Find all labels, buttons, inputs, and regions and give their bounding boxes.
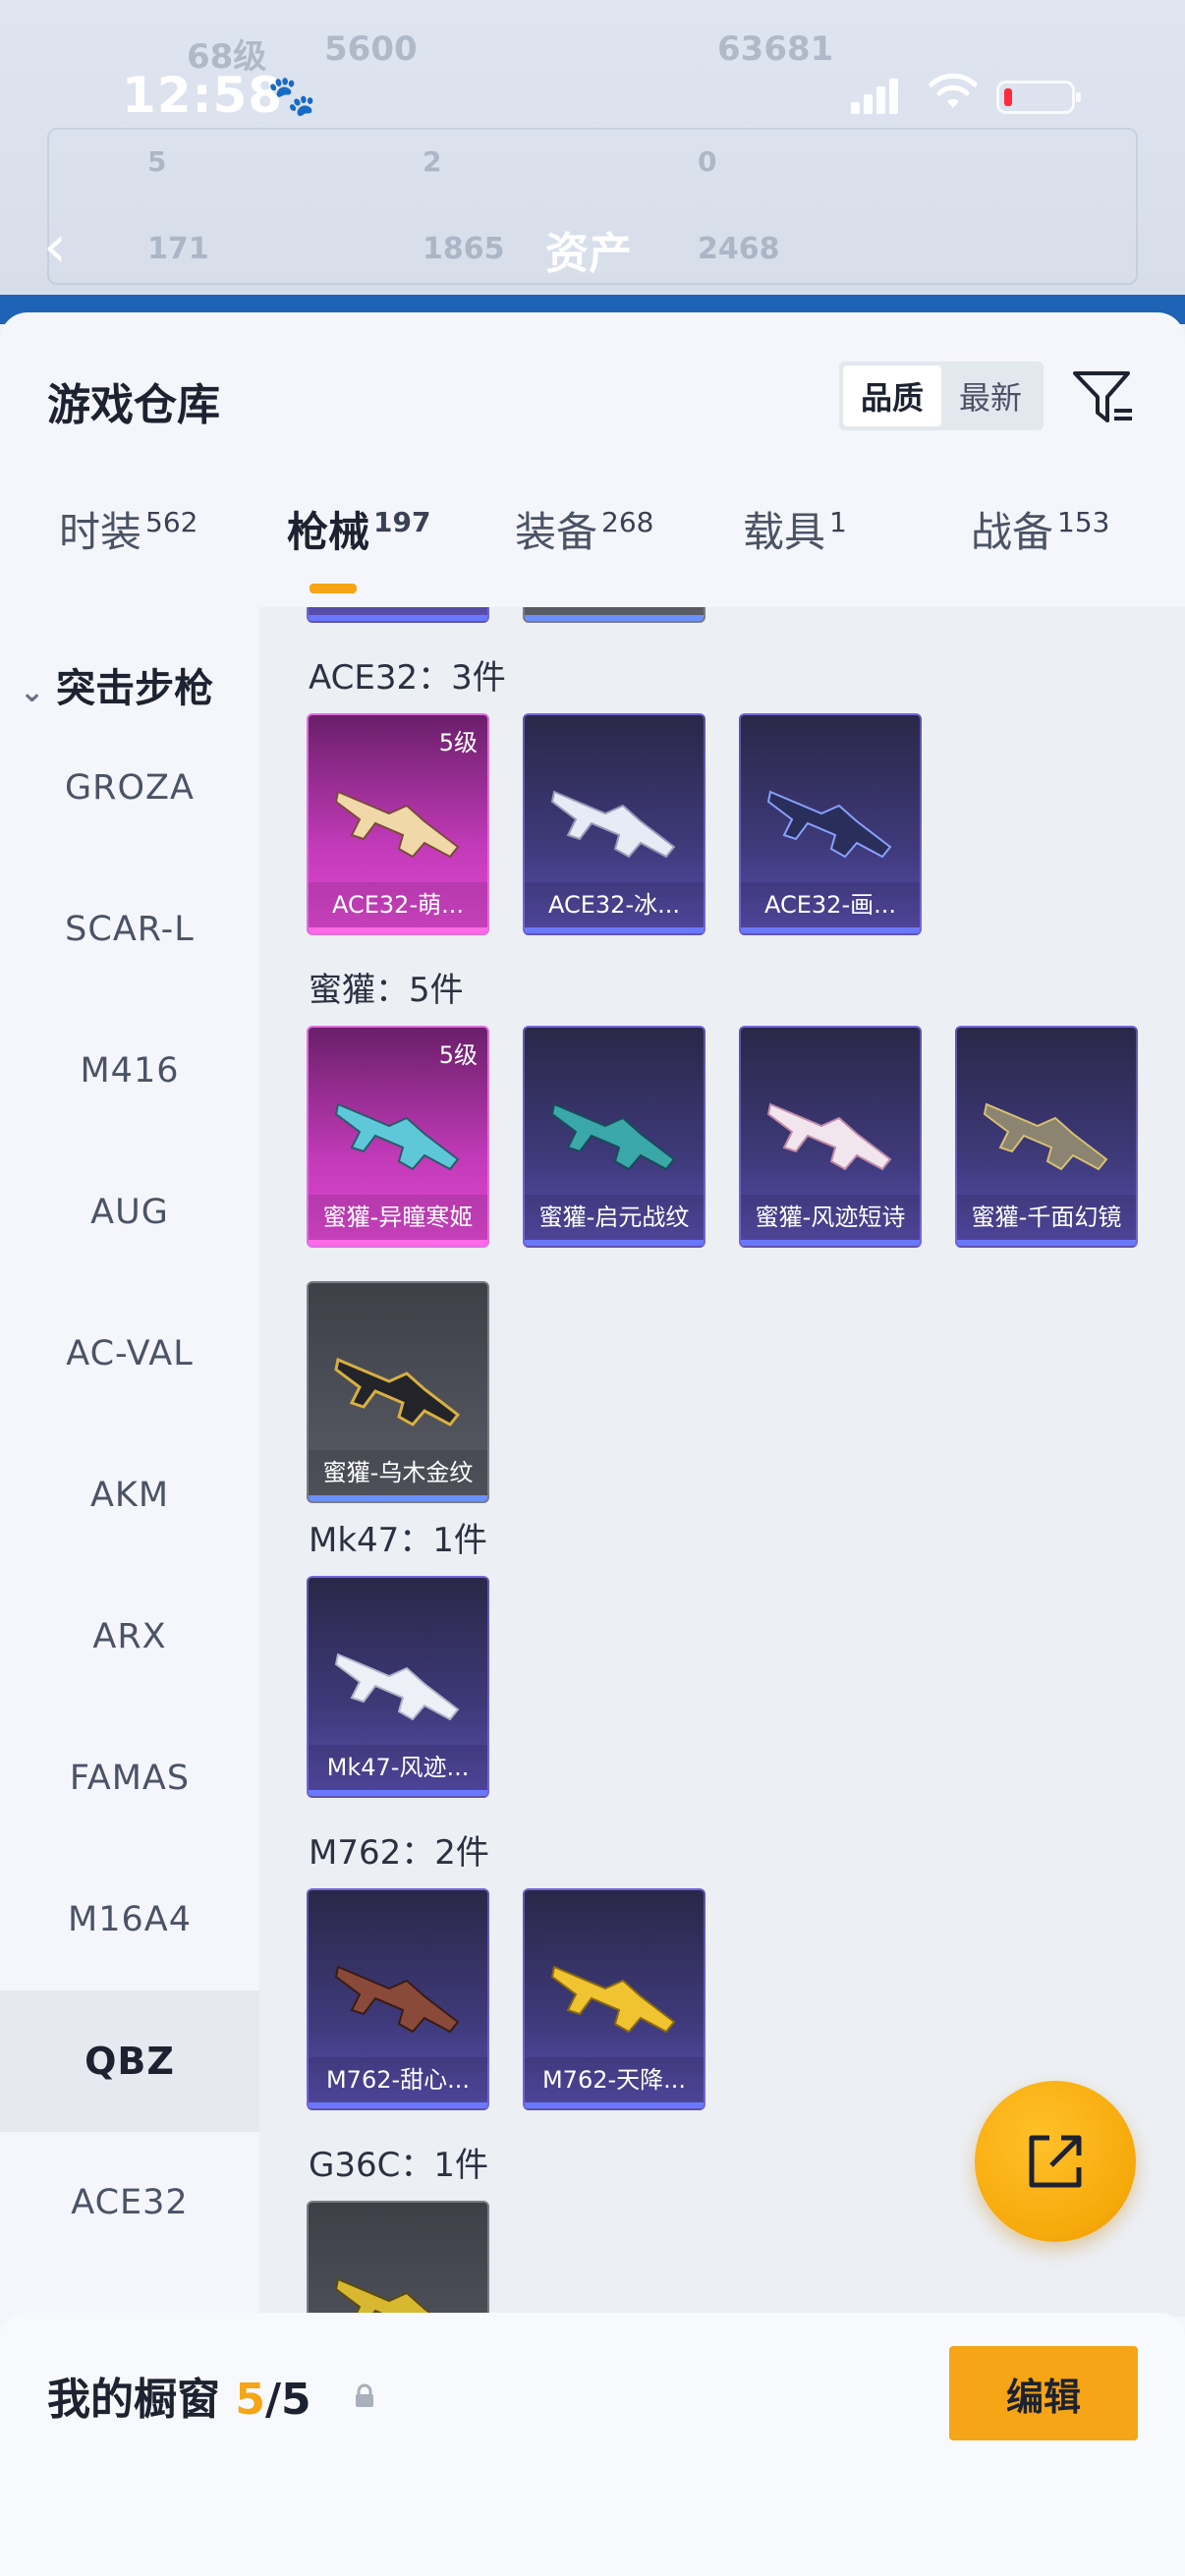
blurred-text: 63681 <box>717 29 834 69</box>
sidebar-item-qbz[interactable]: QBZ <box>0 1990 259 2132</box>
background-header: 68级 5600 63681 5 2 0 171 1865 2468 12:58… <box>0 0 1185 324</box>
tab-equipment[interactable]: 装备 268 <box>515 499 653 597</box>
blurred-text: 171 <box>147 232 209 266</box>
tab-guns[interactable]: 枪械 197 <box>287 499 430 597</box>
group-label: G36C：1件 <box>309 2146 488 2185</box>
gun-icon <box>766 790 892 859</box>
sheet-title: 游戏仓库 <box>47 380 220 430</box>
weapon-card[interactable]: 蜜獾-风迹短诗 <box>739 1026 922 1248</box>
sidebar-item-groza[interactable]: GROZA <box>0 717 259 859</box>
sidebar-category-header[interactable]: ⌄ 突击步枪 <box>20 656 213 713</box>
sidebar-item-scar-l[interactable]: SCAR-L <box>0 859 259 1000</box>
gun-icon <box>334 1652 460 1721</box>
edit-button[interactable]: 编辑 <box>949 2346 1138 2440</box>
showcase-bar: 我的橱窗 5/5 编辑 <box>0 2313 1185 2576</box>
weapon-card[interactable]: M762-天降... <box>523 1888 705 2110</box>
weapon-card[interactable]: 5级 ACE32-萌... <box>307 713 489 935</box>
page-title: 资产 <box>545 229 632 279</box>
weapon-card[interactable]: 蜜獾-乌木金纹 <box>307 1281 489 1503</box>
weapon-card[interactable] <box>307 2201 489 2317</box>
weapon-card[interactable]: 蜜獾-启元战纹 <box>523 1026 705 1248</box>
weapon-grid: ACE32：3件 5级 ACE32-萌... ACE32-冰... ACE32-… <box>259 607 1185 2317</box>
blurred-text: 5 <box>147 145 167 178</box>
gun-icon <box>334 1965 460 2034</box>
showcase-title: 我的橱窗 5/5 <box>47 2375 311 2425</box>
gun-icon <box>550 790 676 859</box>
weapon-sidebar: ⌄ 突击步枪 GROZA SCAR-L M416 AUG AC-VAL AKM A… <box>0 607 259 2317</box>
group-label: Mk47：1件 <box>309 1521 487 1560</box>
sidebar-item-ac-val[interactable]: AC-VAL <box>0 1283 259 1425</box>
gun-icon <box>334 1102 460 1171</box>
blurred-text: 0 <box>698 145 717 178</box>
weapon-card[interactable]: Mk47-风迹... <box>307 1576 489 1798</box>
sidebar-item-m16a4[interactable]: M16A4 <box>0 1849 259 1990</box>
group-label: ACE32：3件 <box>309 658 506 698</box>
active-tab-indicator <box>310 584 357 593</box>
sort-toggle: 品质 最新 <box>839 362 1044 430</box>
weapon-card[interactable]: 蜜獾-千面幻镜 <box>955 1026 1138 1248</box>
group-label: M762：2件 <box>309 1833 489 1873</box>
sidebar-item-akm[interactable]: AKM <box>0 1425 259 1566</box>
sidebar-item-ace32[interactable]: ACE32 <box>0 2132 259 2273</box>
blurred-text: 2 <box>423 145 442 178</box>
share-button[interactable] <box>975 2081 1136 2242</box>
weapon-card[interactable] <box>307 607 489 623</box>
warehouse-sheet: 游戏仓库 品质 最新 时装 562 枪械 197 装备 268 载具 1 战备 153 ⌄… <box>0 312 1185 2576</box>
sidebar-item-aug[interactable]: AUG <box>0 1142 259 1283</box>
sidebar-item-famas[interactable]: FAMAS <box>0 1708 259 1849</box>
filter-icon[interactable] <box>1071 365 1136 430</box>
status-time: 12:58 <box>122 67 284 124</box>
gun-icon <box>550 1965 676 2034</box>
blurred-text: 1865 <box>423 232 505 266</box>
signal-icon <box>851 79 898 114</box>
sidebar-item-m416[interactable]: M416 <box>0 1000 259 1142</box>
weapon-card[interactable]: ACE32-画... <box>739 713 922 935</box>
gun-icon <box>983 1102 1108 1171</box>
back-icon[interactable]: ‹ <box>43 212 102 281</box>
blurred-text: 2468 <box>698 232 780 266</box>
group-label: 蜜獾：5件 <box>309 971 464 1010</box>
gun-icon <box>334 2277 437 2317</box>
gun-icon <box>766 1102 892 1171</box>
sort-latest-button[interactable]: 最新 <box>941 365 1040 426</box>
lock-icon <box>356 2383 373 2407</box>
gun-icon <box>334 790 460 859</box>
wifi-icon <box>929 73 978 108</box>
tab-fashion[interactable]: 时装 562 <box>59 499 198 597</box>
gun-icon <box>550 1102 676 1171</box>
sort-quality-button[interactable]: 品质 <box>843 365 941 426</box>
weapon-card[interactable] <box>523 607 705 623</box>
weapon-card[interactable]: M762-甜心... <box>307 1888 489 2110</box>
battery-icon <box>996 81 1081 114</box>
weapon-card[interactable]: ACE32-冰... <box>523 713 705 935</box>
blurred-text: 5600 <box>324 29 418 69</box>
sidebar-item-arx[interactable]: ARX <box>0 1566 259 1708</box>
tab-vehicles[interactable]: 载具 1 <box>743 499 847 597</box>
tab-supplies[interactable]: 战备 153 <box>971 499 1109 597</box>
share-icon <box>1029 2135 1082 2188</box>
gun-icon <box>334 1357 461 1427</box>
paw-icon: 🐾 <box>267 74 316 119</box>
category-tabs: 时装 562 枪械 197 装备 268 载具 1 战备 153 <box>0 499 1185 607</box>
weapon-card[interactable]: 5级 蜜獾-异瞳寒姬 <box>307 1026 489 1248</box>
chevron-down-icon: ⌄ <box>20 675 45 709</box>
